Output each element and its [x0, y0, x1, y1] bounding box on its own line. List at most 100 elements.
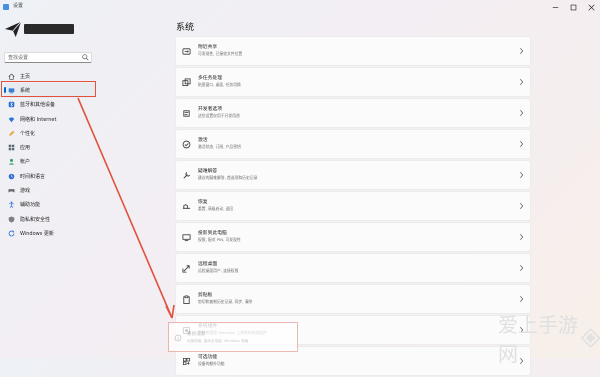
card-title: 系统信息	[187, 332, 206, 337]
card-description: 设备规格, 重命名电脑, Windows 规格	[187, 339, 249, 343]
search-input[interactable]	[8, 53, 78, 62]
chevron-right-icon	[520, 140, 524, 148]
watermark-text: 爱上手游网	[498, 313, 578, 366]
sidebar-item-accessibility[interactable]: 辅助功能	[4, 198, 96, 212]
card-description: 权限, 配对 PIN, 可发现性	[198, 237, 241, 242]
settings-card-about[interactable]: 系统信息 设备规格, 重命名电脑, Windows 规格	[168, 322, 298, 352]
card-description: 远程桌面用户, 连接权限	[198, 268, 239, 273]
projection-icon	[182, 234, 191, 242]
sidebar-item-label: 个性化	[20, 130, 36, 137]
clipboard-icon	[183, 295, 190, 304]
card-title: 远程桌面	[198, 262, 218, 267]
card-title: 开发者选项	[198, 107, 222, 112]
search-icon[interactable]	[82, 54, 89, 61]
sidebar-item-label: 辅助功能	[20, 202, 41, 209]
home-icon	[8, 73, 15, 80]
chevron-right-icon	[520, 78, 524, 86]
close-icon	[587, 3, 595, 11]
remote-desktop-icon	[182, 265, 190, 273]
minimize-icon	[552, 6, 558, 8]
chevron-right-icon	[520, 202, 524, 210]
page-title: 系统	[176, 23, 195, 33]
settings-card-activation[interactable]: 激活 激活状态, 订阅, 产品密钥	[175, 129, 531, 159]
account-icon	[8, 158, 15, 166]
sidebar-item-accounts[interactable]: 帐户	[4, 155, 96, 169]
close-button[interactable]	[582, 0, 600, 14]
activation-icon	[182, 140, 191, 149]
card-title: 多任务处理	[198, 76, 222, 81]
optional-features-icon	[182, 357, 191, 366]
sidebar-item-privacy[interactable]: 隐私和安全性	[4, 212, 96, 226]
sidebar-item-label: 帐户	[20, 159, 31, 166]
sidebar-item-bluetooth[interactable]: 蓝牙和其他设备	[4, 98, 96, 112]
troubleshoot-icon	[183, 171, 191, 179]
sidebar-item-gaming[interactable]: 游戏	[4, 183, 96, 197]
card-description: 建议的疑难解答, 首选项和历史记录	[198, 175, 258, 180]
settings-card-projection[interactable]: 投影到此电脑 权限, 配对 PIN, 可发现性	[175, 222, 531, 252]
shield-icon	[8, 216, 15, 223]
chevron-right-icon	[520, 295, 524, 303]
title-bar: 设置	[0, 0, 600, 14]
sidebar-item-windows-update[interactable]: Windows 更新	[4, 226, 96, 240]
card-title: 附近共享	[198, 45, 218, 50]
settings-card-troubleshoot[interactable]: 疑难解答 建议的疑难解答, 首选项和历史记录	[175, 160, 531, 190]
watermark-logo-icon	[580, 328, 600, 348]
sidebar-item-label: 隐私和安全性	[20, 216, 51, 223]
card-title: 可选功能	[198, 355, 218, 360]
settings-window: 设置 主页	[0, 0, 600, 376]
window-title: 设置	[13, 3, 24, 9]
accessibility-icon	[8, 201, 15, 209]
wifi-icon	[8, 116, 15, 123]
chevron-right-icon	[520, 233, 524, 241]
settings-card-recovery[interactable]: 恢复 重置, 高级启动, 返回	[175, 191, 531, 221]
chevron-right-icon	[520, 47, 524, 55]
sidebar-item-label: 蓝牙和其他设备	[20, 102, 56, 109]
share-icon	[182, 48, 191, 55]
card-description: 这些设置仅用于开发用途	[198, 113, 240, 118]
minimize-button[interactable]	[546, 0, 564, 14]
settings-card-developer-options[interactable]: 开发者选项 这些设置仅用于开发用途	[175, 98, 531, 128]
sidebar-item-label: 网络和 Internet	[20, 116, 57, 123]
settings-card-clipboard[interactable]: 剪贴板 剪切和复制历史记录, 同步, 清除	[175, 284, 531, 314]
multitask-icon	[182, 78, 191, 87]
card-description: 激活状态, 订阅, 产品密钥	[198, 144, 241, 149]
card-description: 贴靠窗口, 桌面, 任务切换	[198, 82, 241, 87]
card-description: 可发现性, 已接收文件位置	[198, 51, 243, 56]
annotation-highlight-box	[1, 81, 96, 97]
bluetooth-icon	[8, 101, 15, 108]
settings-card-multitasking[interactable]: 多任务处理 贴靠窗口, 桌面, 任务切换	[175, 67, 531, 97]
sidebar-item-time-language[interactable]: 时间和语言	[4, 169, 96, 183]
card-description: 设备的额外功能	[198, 361, 225, 366]
settings-app-icon	[3, 4, 9, 10]
recovery-icon	[182, 204, 191, 209]
sidebar-item-label: 应用	[20, 145, 31, 152]
windows-update-icon	[8, 230, 15, 237]
maximize-icon	[570, 4, 576, 10]
sidebar-item-label: Windows 更新	[20, 230, 54, 237]
user-avatar[interactable]	[4, 20, 22, 38]
maximize-button[interactable]	[564, 0, 582, 14]
card-description: 重置, 高级启动, 返回	[198, 206, 234, 211]
search-box[interactable]	[4, 52, 92, 63]
developer-icon	[183, 110, 190, 117]
sidebar-item-label: 时间和语言	[20, 173, 46, 180]
watermark: 爱上手游网	[498, 313, 600, 366]
card-title: 投影到此电脑	[198, 231, 227, 236]
card-description: 剪切和复制历史记录, 同步, 清除	[198, 299, 253, 304]
chevron-right-icon	[520, 171, 524, 179]
sidebar-item-personalization[interactable]: 个性化	[4, 126, 96, 140]
info-icon	[174, 334, 182, 342]
apps-icon	[8, 144, 15, 151]
brush-icon	[8, 130, 15, 137]
account-name-redacted	[24, 24, 74, 34]
card-title: 激活	[198, 138, 208, 143]
settings-card-remote-desktop[interactable]: 远程桌面 远程桌面用户, 连接权限	[175, 253, 531, 283]
card-title: 疑难解答	[198, 169, 218, 174]
sidebar-item-network[interactable]: 网络和 Internet	[4, 112, 96, 126]
card-title: 恢复	[198, 200, 208, 205]
chevron-right-icon	[520, 109, 524, 117]
sidebar-item-apps[interactable]: 应用	[4, 140, 96, 154]
card-title: 剪贴板	[198, 293, 213, 298]
sidebar-item-label: 主页	[20, 73, 31, 80]
settings-card-nearby-sharing[interactable]: 附近共享 可发现性, 已接收文件位置	[175, 36, 531, 66]
